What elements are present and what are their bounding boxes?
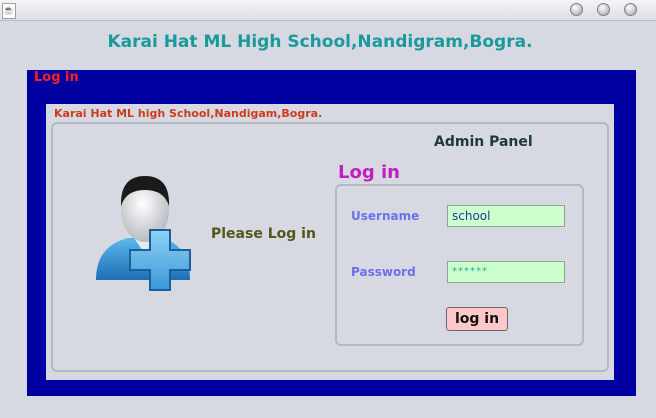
java-icon: ☕ bbox=[2, 3, 16, 19]
login-heading: Log in bbox=[338, 162, 400, 183]
close-button[interactable] bbox=[624, 3, 637, 16]
password-label: Password bbox=[351, 265, 416, 279]
admin-panel-title: Admin Panel bbox=[434, 134, 533, 150]
username-label: Username bbox=[351, 209, 420, 223]
minimize-button[interactable] bbox=[570, 3, 583, 16]
inner-frame-label: Karai Hat ML high School,Nandigam,Bogra. bbox=[54, 107, 323, 120]
login-button[interactable]: log in bbox=[446, 307, 508, 331]
add-user-icon bbox=[96, 176, 191, 291]
password-field[interactable]: ****** bbox=[447, 261, 565, 283]
window-titlebar: ☕ bbox=[0, 0, 656, 21]
page-title: Karai Hat ML High School,Nandigram,Bogra… bbox=[107, 32, 533, 52]
username-field[interactable]: school bbox=[447, 205, 565, 227]
outer-frame-label: Log in bbox=[34, 70, 79, 85]
maximize-button[interactable] bbox=[597, 3, 610, 16]
please-login-text: Please Log in bbox=[211, 226, 316, 242]
